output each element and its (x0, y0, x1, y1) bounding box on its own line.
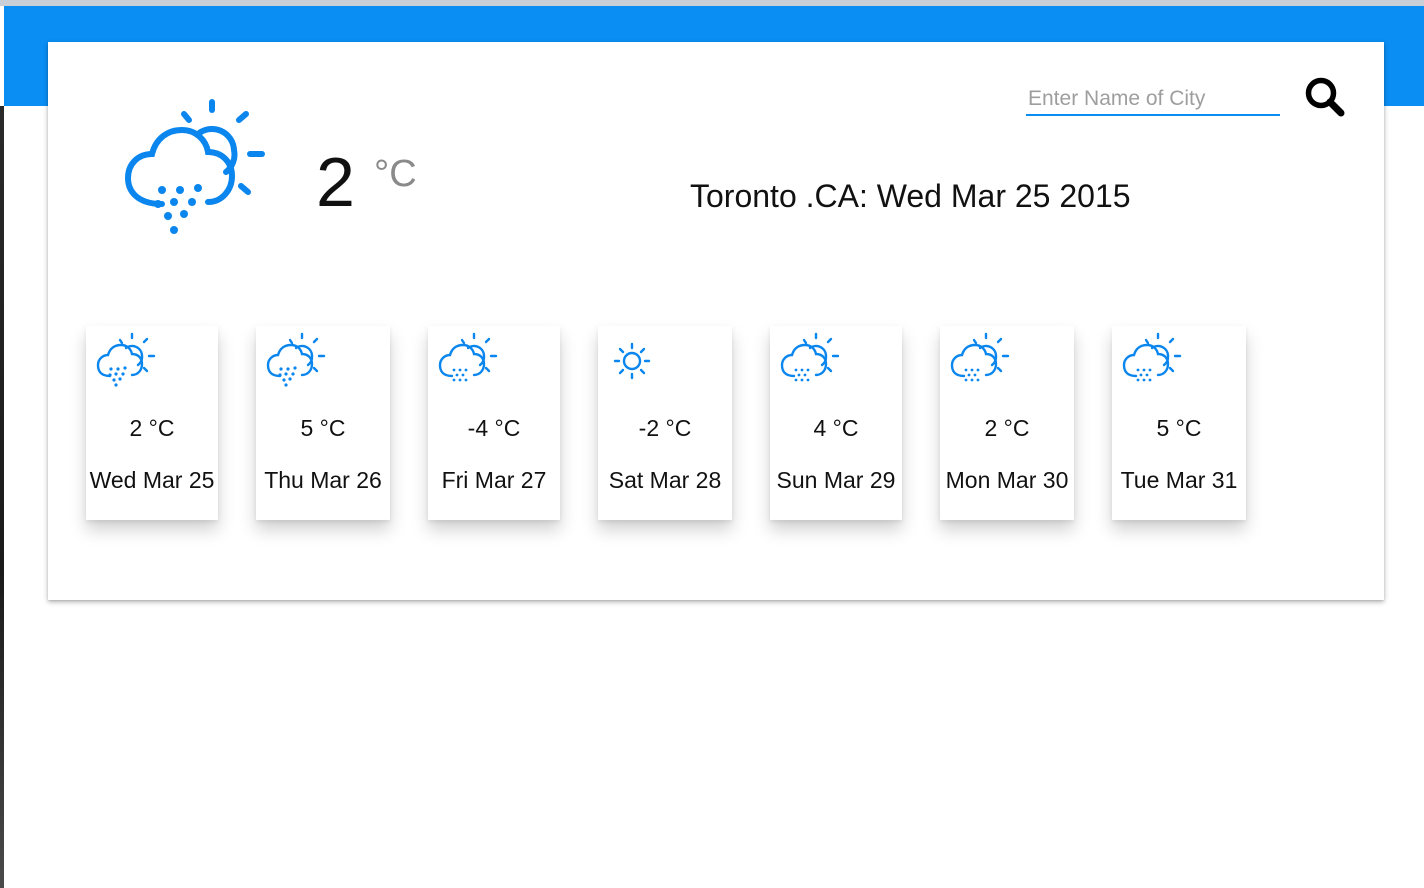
forecast-day-temperature: 2 °C (984, 415, 1030, 441)
forecast-day-temperature: -4 °C (467, 415, 521, 441)
sun-icon (613, 342, 651, 380)
forecast-day-temperature: 2 °C (129, 415, 175, 441)
forecast-day-icon (1122, 332, 1182, 388)
forecast-day-card: -4 °C Fri Mar 27 (428, 326, 560, 520)
search-button[interactable] (1302, 74, 1348, 120)
forecast-day-temperature: 5 °C (300, 415, 346, 441)
forecast-day-temperature: 4 °C (813, 415, 859, 441)
forecast-day-date: Sun Mar 29 (776, 467, 896, 493)
rain-partly-cloudy-icon (266, 332, 326, 387)
forecast-day-date: Thu Mar 26 (264, 467, 382, 493)
forecast-day-card: 2 °C Mon Mar 30 (940, 326, 1074, 520)
forecast-day-icon (438, 332, 498, 388)
forecast-day-card: -2 °C Sat Mar 28 (598, 326, 732, 520)
snow-partly-cloudy-icon (438, 332, 498, 382)
forecast-day-card: 2 °C Wed Mar 25 (86, 326, 218, 520)
weather-card: 2 °C Toronto .CA: Wed Mar 25 2015 (48, 42, 1384, 600)
snow-partly-cloudy-icon (780, 332, 840, 382)
forecast-day-icon (266, 332, 326, 388)
forecast-day-icon (608, 332, 668, 388)
current-temperature-unit: °C (374, 153, 417, 195)
forecast-day-date: Fri Mar 27 (441, 467, 547, 493)
weather-app: 2 °C Toronto .CA: Wed Mar 25 2015 (0, 0, 1424, 888)
left-window-edge (0, 106, 4, 888)
forecast-day-temperature: 5 °C (1156, 415, 1202, 441)
city-search-input[interactable] (1026, 80, 1280, 116)
forecast-day-date: Sat Mar 28 (608, 467, 722, 493)
location-date-label: Toronto .CA: Wed Mar 25 2015 (690, 178, 1131, 214)
forecast-day-date: Wed Mar 25 (89, 467, 215, 493)
rain-partly-cloudy-icon (124, 99, 265, 234)
forecast-day-icon (950, 332, 1010, 388)
current-temperature: 2 (316, 143, 355, 221)
snow-partly-cloudy-icon (1122, 332, 1182, 382)
forecast-day-card: 5 °C Tue Mar 31 (1112, 326, 1246, 520)
forecast-day-date: Mon Mar 30 (945, 467, 1069, 493)
forecast-day-temperature: -2 °C (638, 415, 692, 441)
forecast-day-icon (96, 332, 156, 388)
forecast-day-icon (780, 332, 840, 388)
forecast-list: 2 °C Wed Mar 25 5 °C Thu Mar 26 -4 °C Fr… (86, 326, 1266, 520)
current-weather-icon (122, 98, 265, 242)
rain-partly-cloudy-icon (96, 332, 156, 387)
forecast-day-card: 5 °C Thu Mar 26 (256, 326, 390, 520)
forecast-day-date: Tue Mar 31 (1120, 467, 1238, 493)
snow-partly-cloudy-icon (950, 332, 1010, 382)
forecast-day-card: 4 °C Sun Mar 29 (770, 326, 902, 520)
search-icon (1305, 77, 1345, 117)
